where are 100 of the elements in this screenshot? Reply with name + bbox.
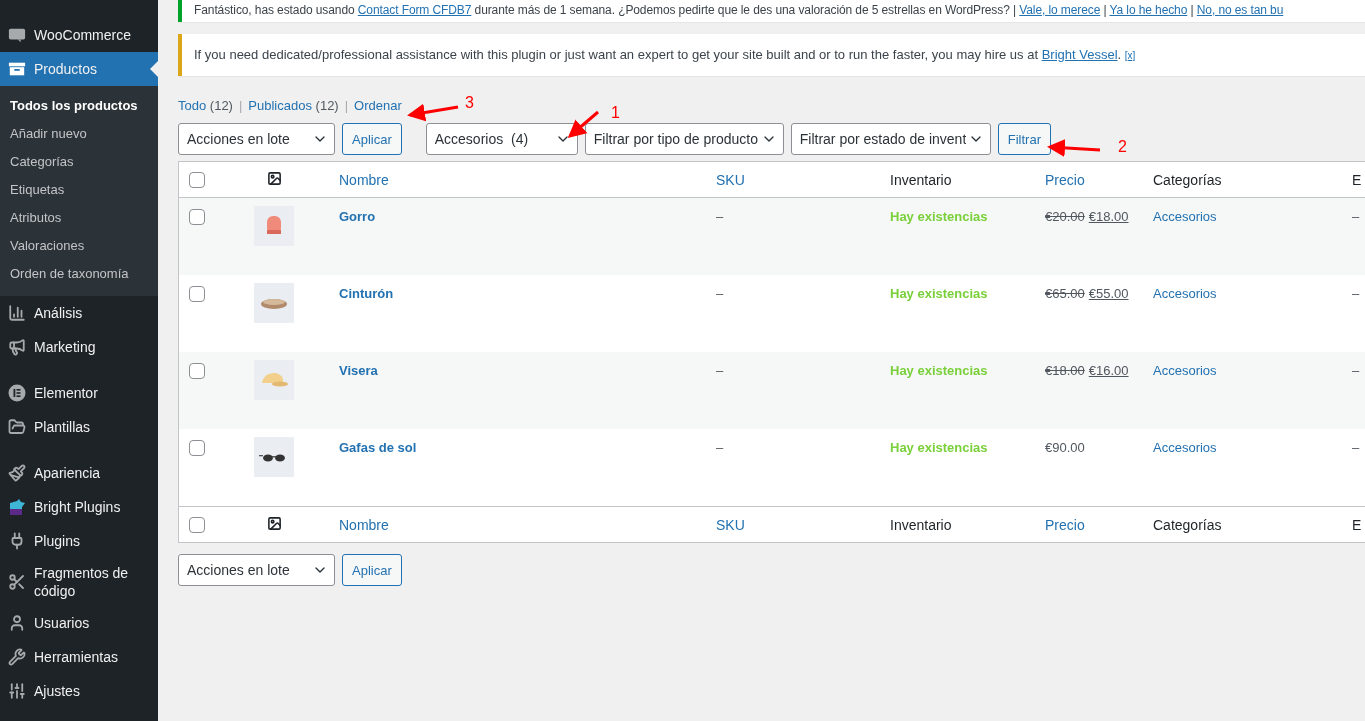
column-header[interactable]: Nombre bbox=[339, 515, 389, 534]
submenu-item[interactable]: Añadir nuevo bbox=[0, 120, 158, 148]
table-cell: – bbox=[716, 362, 724, 380]
submenu-item[interactable]: Atributos bbox=[0, 204, 158, 232]
product-name-link[interactable]: Gafas de sol bbox=[339, 439, 417, 457]
sidebar-item[interactable]: Ajustes bbox=[0, 674, 158, 708]
category-link[interactable]: Accesorios bbox=[1153, 208, 1217, 226]
column-header: Inventario bbox=[890, 170, 952, 189]
annotation-number: 2 bbox=[1118, 138, 1127, 156]
notice-link[interactable]: Contact Form CFDB7 bbox=[357, 3, 472, 17]
table-cell: – bbox=[716, 285, 724, 303]
product-name-link[interactable]: Gorro bbox=[339, 208, 376, 226]
table-cell: – bbox=[716, 208, 724, 226]
row-checkbox[interactable] bbox=[189, 440, 205, 456]
stock-status: Hay existencias bbox=[890, 285, 988, 303]
notice-text: If you need dedicated/professional assistance with this plugin or just want an expert to get your site built and or to run the faster, you may hire us at Bright Vessel. [x] bbox=[194, 46, 1137, 64]
column-header: E bbox=[1352, 170, 1362, 189]
table-cell: – bbox=[1352, 285, 1360, 303]
notice-link[interactable]: Vale, lo merece bbox=[1019, 3, 1101, 17]
stock-status: Hay existencias bbox=[890, 208, 988, 226]
bulk-actions-select[interactable]: Acciones en lote bbox=[178, 554, 335, 586]
sidebar-item[interactable]: Herramientas bbox=[0, 640, 158, 674]
column-header[interactable]: SKU bbox=[716, 170, 745, 189]
notice-link[interactable]: Ya lo he hecho bbox=[1109, 3, 1188, 17]
view-link[interactable]: Ordenar bbox=[354, 96, 402, 116]
price: €18.00 €16.00 bbox=[1045, 362, 1129, 380]
submenu-item[interactable]: Orden de taxonomía bbox=[0, 260, 158, 288]
filter-button[interactable]: Filtrar bbox=[997, 123, 1051, 155]
separator: | bbox=[238, 97, 243, 115]
speech-bubble-icon bbox=[8, 27, 26, 43]
megaphone-icon bbox=[8, 338, 26, 356]
submenu-item[interactable]: Todos los productos bbox=[0, 92, 158, 120]
column-header: Categorías bbox=[1153, 515, 1222, 534]
table-cell: – bbox=[716, 439, 724, 457]
category-select[interactable]: Accesorios (4) bbox=[425, 123, 578, 155]
archive-box-icon bbox=[8, 61, 26, 77]
submenu-item[interactable]: Etiquetas bbox=[0, 176, 158, 204]
submenu-item[interactable]: Categorías bbox=[0, 148, 158, 176]
sidebar-item[interactable]: WooCommerce bbox=[0, 18, 158, 52]
table-cell: – bbox=[1352, 439, 1360, 457]
wrench-icon bbox=[8, 648, 26, 666]
apply-button[interactable]: Aplicar bbox=[342, 554, 402, 586]
folder-icon bbox=[8, 418, 26, 436]
category-link[interactable]: Accesorios bbox=[1153, 362, 1217, 380]
bulk-actions-select[interactable]: Acciones en lote bbox=[178, 123, 335, 155]
row-checkbox[interactable] bbox=[189, 286, 205, 302]
view-link[interactable]: Todo (12) bbox=[178, 96, 233, 116]
column-header[interactable]: SKU bbox=[716, 515, 745, 534]
price: €90.00 bbox=[1045, 439, 1085, 457]
sidebar-item[interactable]: Elementor bbox=[0, 376, 158, 410]
user-icon bbox=[8, 614, 26, 632]
circle-logo-icon bbox=[8, 384, 26, 402]
row-checkbox[interactable] bbox=[189, 209, 205, 225]
price: €20.00 €18.00 bbox=[1045, 208, 1129, 226]
column-header: Inventario bbox=[890, 515, 952, 534]
category-link[interactable]: Accesorios bbox=[1153, 439, 1217, 457]
product-type-select[interactable]: Filtrar por tipo de producto bbox=[584, 123, 784, 155]
submenu-item[interactable]: Valoraciones bbox=[0, 232, 158, 260]
apply-button[interactable]: Aplicar bbox=[342, 123, 402, 155]
sidebar-item[interactable]: Productos bbox=[0, 52, 158, 86]
sliders-icon bbox=[8, 682, 26, 700]
sidebar-item[interactable]: Apariencia bbox=[0, 456, 158, 490]
sidebar-item[interactable]: Bright Plugins bbox=[0, 490, 158, 524]
stock-status-select[interactable]: Filtrar por estado de invent bbox=[790, 123, 991, 155]
column-header: E bbox=[1352, 515, 1362, 534]
notice-text: Fantástico, has estado usando Contact Form CFDB7 durante más de 1 semana. ¿Podemos pedirte que le des una valoración de 5 estrellas en WordPress? | Vale, lo merece | Ya lo he hecho | No, no es tan bu bbox=[194, 2, 1285, 19]
scissors-icon bbox=[8, 573, 26, 591]
annotation-number: 1 bbox=[611, 104, 620, 122]
separator: | bbox=[344, 97, 349, 115]
bar-chart-icon bbox=[8, 304, 26, 322]
category-link[interactable]: Accesorios bbox=[1153, 285, 1217, 303]
product-name-link[interactable]: Cinturón bbox=[339, 285, 394, 303]
image-icon bbox=[266, 171, 282, 186]
select-all-checkbox[interactable] bbox=[189, 517, 205, 533]
annotation-arrow bbox=[407, 103, 459, 122]
sidebar-item[interactable]: Plugins bbox=[0, 524, 158, 558]
notice-link[interactable]: No, no es tan bu bbox=[1196, 3, 1284, 17]
table-cell: – bbox=[1352, 362, 1360, 380]
puzzle-logo-icon bbox=[8, 498, 26, 516]
stock-status: Hay existencias bbox=[890, 362, 988, 380]
annotation-arrow bbox=[1047, 138, 1101, 157]
dismiss-link[interactable]: [x] bbox=[1124, 50, 1136, 61]
view-link[interactable]: Publicados (12) bbox=[248, 96, 339, 116]
price: €65.00 €55.00 bbox=[1045, 285, 1129, 303]
select-all-checkbox[interactable] bbox=[189, 172, 205, 188]
row-checkbox[interactable] bbox=[189, 363, 205, 379]
column-header: Categorías bbox=[1153, 170, 1222, 189]
stock-status: Hay existencias bbox=[890, 439, 988, 457]
sidebar-item[interactable]: Fragmentos de código bbox=[0, 558, 158, 606]
sidebar-item[interactable]: Plantillas bbox=[0, 410, 158, 444]
product-name-link[interactable]: Visera bbox=[339, 362, 378, 380]
column-header[interactable]: Nombre bbox=[339, 170, 389, 189]
column-header[interactable]: Precio bbox=[1045, 170, 1085, 189]
sidebar-item[interactable]: Usuarios bbox=[0, 606, 158, 640]
annotation-number: 3 bbox=[465, 94, 474, 112]
notice-link[interactable]: Bright Vessel bbox=[1041, 47, 1118, 62]
table-cell: – bbox=[1352, 208, 1360, 226]
column-header[interactable]: Precio bbox=[1045, 515, 1085, 534]
sidebar-item[interactable]: Análisis bbox=[0, 296, 158, 330]
sidebar-item[interactable]: Marketing bbox=[0, 330, 158, 364]
